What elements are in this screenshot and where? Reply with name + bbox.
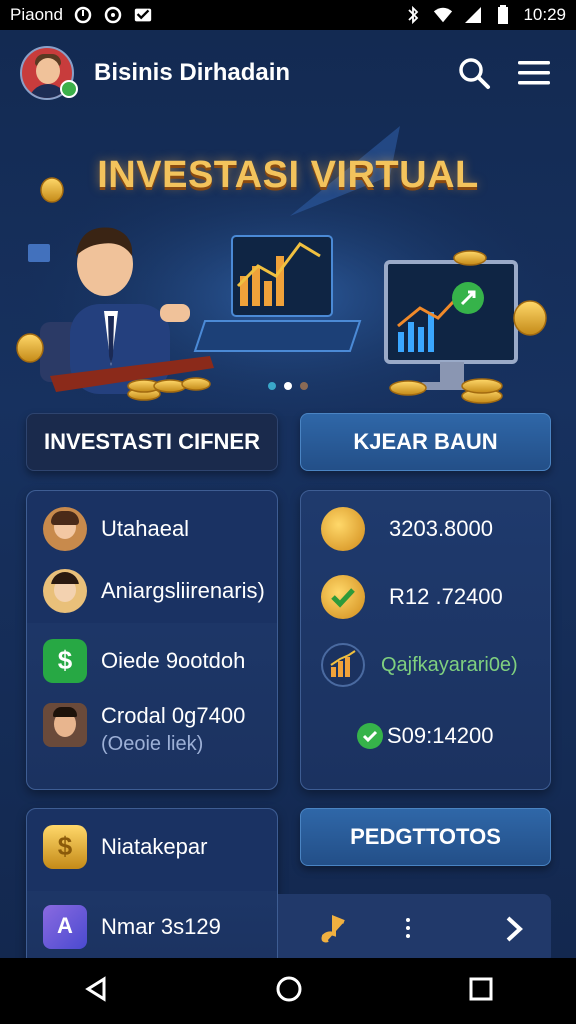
circle-icon	[103, 5, 123, 25]
app-title: Bisinis Dirhadain	[94, 59, 291, 86]
gold-coin-icon	[321, 507, 365, 551]
promo-banner[interactable]: INVESTASI VIRTUAL	[0, 116, 576, 416]
menu-button[interactable]	[512, 51, 556, 95]
home-icon	[276, 976, 302, 1001]
carousel-dot[interactable]	[300, 382, 308, 390]
list-item[interactable]: $ Niatakepar	[43, 825, 207, 869]
list-item-label: S09:14200	[387, 723, 494, 748]
search-button[interactable]	[452, 51, 496, 95]
avatar-man-icon	[43, 703, 87, 747]
list-item-label: Aniargsliirenaris)	[101, 578, 265, 603]
system-nav-bar	[0, 958, 576, 1024]
gold-dollar-icon: $	[43, 825, 87, 869]
left-list-panel: Utahaeal Aniargsliirenaris) $ Oiede 9oot…	[26, 490, 278, 790]
bottom-action-bar	[278, 894, 551, 958]
status-bar: Piaond 10:29	[0, 0, 576, 30]
recents-button[interactable]	[468, 976, 494, 1007]
chart-icon	[321, 643, 365, 687]
back-button[interactable]	[82, 975, 110, 1008]
list-item-label: Nmar 3s129	[101, 914, 221, 939]
carousel-dot-active[interactable]	[284, 382, 292, 390]
list-item-label: Niatakepar	[101, 834, 208, 859]
avatar-woman2-icon	[43, 569, 87, 613]
cube-icon: A	[43, 905, 87, 949]
bluetooth-icon	[403, 5, 423, 25]
list-item[interactable]: R12 .72400	[321, 575, 503, 619]
list-item-label: 3203.8000	[389, 516, 493, 541]
right-list-panel: 3203.8000 R12 .72400 Qajfkayarari0e) S09…	[300, 490, 551, 790]
search-icon	[459, 58, 490, 89]
signal-icon	[463, 5, 483, 25]
list-item-label: R12 .72400	[389, 584, 503, 609]
investasi-button[interactable]: INVESTASTI CIFNER	[26, 413, 278, 471]
clock-label: 10:29	[523, 5, 566, 24]
list-item-label: Crodal 0g7400	[101, 703, 246, 728]
verified-badge-icon	[60, 80, 78, 98]
wifi-icon	[433, 5, 453, 25]
music-note-icon[interactable]	[318, 912, 354, 953]
mail-icon	[133, 5, 153, 25]
home-button[interactable]	[275, 975, 303, 1008]
list-item[interactable]: Aniargsliirenaris)	[43, 569, 265, 613]
carrier-label: Piaond	[10, 5, 63, 24]
circle-alert-icon	[73, 5, 93, 25]
list-item[interactable]: Utahaeal	[43, 507, 189, 551]
list-item-sublabel: (Oeoie liek)	[101, 733, 204, 755]
check-coin-icon	[321, 575, 365, 619]
app-header: Bisinis Dirhadain	[0, 30, 576, 116]
kjear-baun-button-label: KJEAR BAUN	[353, 429, 498, 454]
recents-icon	[469, 977, 493, 1000]
list-item-label: Utahaeal	[101, 516, 190, 541]
list-item-label: Oiede 9ootdoh	[101, 648, 246, 673]
pedgttotos-button[interactable]: PEDGTTOTOS	[300, 808, 551, 866]
bottom-left-panel: $ Niatakepar A Nmar 3s129	[26, 808, 278, 958]
kjear-baun-button[interactable]: KJEAR BAUN	[300, 413, 551, 471]
list-item[interactable]: S09:14200	[357, 723, 493, 749]
carousel-dot[interactable]	[268, 382, 276, 390]
banner-title: INVESTASI VIRTUAL	[97, 154, 479, 196]
more-vertical-icon[interactable]	[404, 916, 412, 945]
dollar-shield-icon: $	[43, 639, 87, 683]
battery-icon	[493, 5, 513, 25]
back-icon	[85, 975, 106, 1002]
investasi-button-label: INVESTASTI CIFNER	[44, 429, 260, 454]
menu-icon	[518, 61, 550, 85]
list-item[interactable]: Crodal 0g7400 (Oeoie liek)	[43, 703, 245, 756]
pedgttotos-button-label: PEDGTTOTOS	[350, 824, 501, 849]
list-item[interactable]: Qajfkayarari0e)	[321, 643, 518, 687]
check-circle-icon	[357, 723, 383, 749]
chevron-right-icon[interactable]	[504, 914, 524, 949]
list-item[interactable]: 3203.8000	[321, 507, 493, 551]
list-item[interactable]: A Nmar 3s129	[43, 905, 221, 949]
app-screen: Bisinis Dirhadain INVESTASI VIRTUAL INVE…	[0, 30, 576, 958]
avatar-woman-icon	[43, 507, 87, 551]
carousel-indicator[interactable]	[0, 382, 576, 390]
list-item-label: Qajfkayarari0e)	[381, 653, 518, 676]
list-item[interactable]: $ Oiede 9ootdoh	[43, 639, 245, 683]
